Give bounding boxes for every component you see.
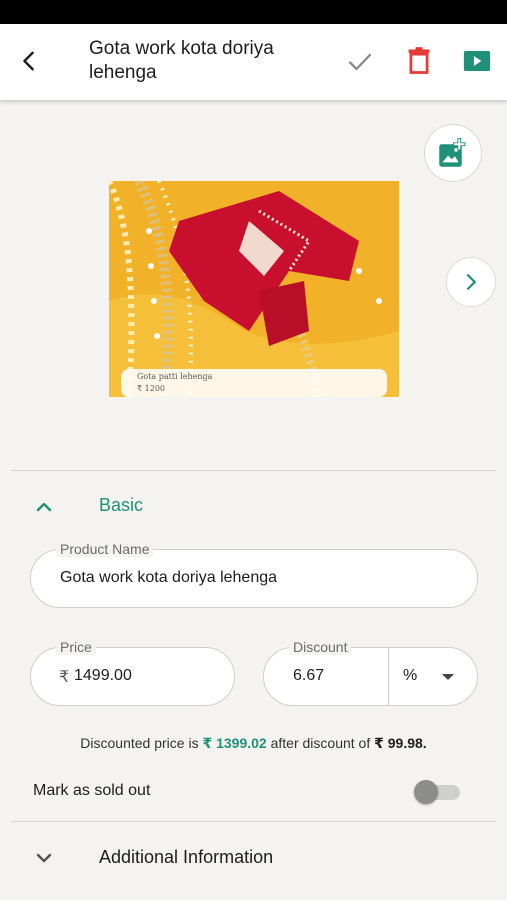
discount-amount: ₹ 99.98.	[374, 735, 427, 751]
discount-field[interactable]: Discount 6.67 %	[263, 639, 478, 706]
add-photo-icon	[439, 138, 466, 167]
video-button[interactable]	[462, 46, 492, 76]
price-label: Price	[56, 639, 96, 655]
delete-icon	[408, 47, 430, 74]
sold-out-label: Mark as sold out	[33, 782, 151, 799]
image-caption: Gota patti lehenga ₹ 1200	[121, 369, 387, 397]
add-photo-button[interactable]	[424, 124, 482, 182]
section-divider	[11, 470, 496, 471]
sold-out-switch[interactable]	[414, 780, 460, 804]
switch-thumb	[414, 780, 438, 804]
product-name-label: Product Name	[56, 541, 154, 557]
caption-title: Gota patti lehenga	[137, 372, 213, 381]
chevron-down-icon	[36, 853, 52, 863]
discount-label: Discount	[289, 639, 352, 655]
discount-separator	[388, 648, 389, 705]
video-icon	[463, 51, 491, 71]
save-button[interactable]	[346, 48, 374, 76]
next-image-button[interactable]	[446, 257, 496, 307]
caption-price: ₹ 1200	[137, 384, 165, 393]
check-icon	[348, 53, 372, 71]
status-bar	[0, 0, 507, 24]
back-button[interactable]	[14, 46, 44, 76]
discount-unit-select[interactable]: %	[403, 667, 417, 685]
additional-section-label[interactable]: Additional Information	[99, 847, 273, 868]
basic-section-toggle[interactable]	[32, 495, 56, 519]
additional-section-toggle[interactable]	[32, 846, 56, 870]
basic-section-label[interactable]: Basic	[99, 495, 143, 516]
back-arrow-icon	[23, 51, 34, 71]
product-name-field[interactable]: Product Name Gota work kota doriya lehen…	[30, 541, 478, 608]
lehenga-photo	[109, 181, 399, 397]
product-image[interactable]: Gota patti lehenga ₹ 1200	[109, 181, 399, 397]
discount-summary: Discounted price is ₹ 1399.02 after disc…	[0, 735, 507, 752]
discount-summary-prefix: Discounted price is	[80, 735, 199, 751]
price-input[interactable]: 1499.00	[74, 667, 132, 685]
product-name-input[interactable]: Gota work kota doriya lehenga	[60, 569, 277, 587]
discounted-price: ₹ 1399.02	[202, 735, 267, 751]
chevron-right-icon	[466, 274, 476, 290]
price-field[interactable]: Price ₹ 1499.00	[30, 639, 235, 706]
section-divider	[11, 821, 496, 822]
app-bar: Gota work kota doriya lehenga	[0, 24, 507, 100]
dropdown-arrow-icon[interactable]	[441, 672, 455, 682]
page-title: Gota work kota doriya lehenga	[89, 38, 274, 83]
currency-symbol: ₹	[59, 669, 70, 686]
delete-button[interactable]	[405, 46, 433, 76]
chevron-up-icon	[36, 502, 52, 512]
discount-input[interactable]: 6.67	[293, 667, 324, 685]
discount-summary-middle: after discount of	[270, 735, 371, 751]
